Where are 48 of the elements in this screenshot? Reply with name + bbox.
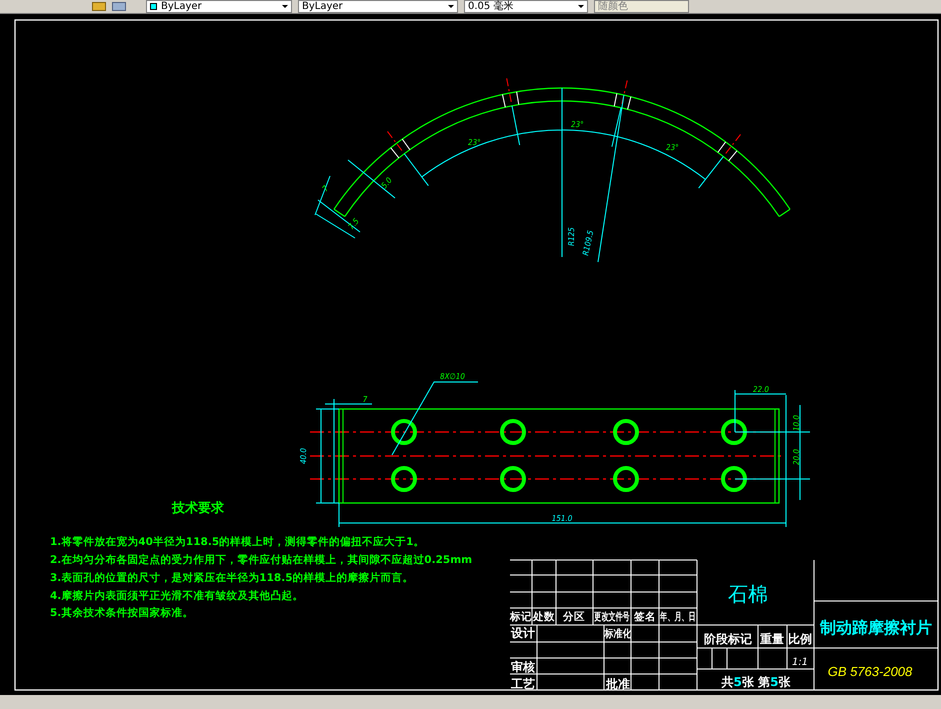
caret-icon bbox=[578, 5, 584, 8]
title-block-label: 分区 bbox=[563, 611, 585, 623]
material-text: 石棉 bbox=[728, 582, 768, 606]
title-block-label: 签名 bbox=[634, 611, 656, 623]
title-block-label: 批准 bbox=[606, 677, 630, 691]
title-block-label: 工艺 bbox=[511, 677, 535, 691]
title-block-label: 审核 bbox=[511, 660, 535, 674]
requirement-text: 3.表面孔的位置的尺寸，是对紧压在半径为118.5的样模上的摩擦片而言。 bbox=[50, 572, 414, 584]
requirement-text: 2.在均匀分布各固定点的受力作用下，零件应付贴在样模上，其间隙不应超过0.25mm bbox=[50, 554, 472, 566]
title-block-label: 年、月、日 bbox=[660, 612, 696, 624]
title-block-label: 重量 bbox=[760, 632, 784, 646]
part-name-text: 制动蹄摩擦衬片 bbox=[820, 618, 932, 637]
requirement-text: 4.摩擦片内表面须平正光滑不准有皱纹及其他凸起。 bbox=[50, 590, 304, 602]
layer-icon[interactable] bbox=[92, 2, 106, 11]
title-block-label: 标记 bbox=[510, 611, 532, 623]
requirement-text: 1.将零件放在宽为40半径为118.5的样模上时，测得零件的偏扭不应大于1。 bbox=[50, 536, 424, 548]
title-block-label: 比例 bbox=[788, 632, 812, 646]
dimension-text: 23° bbox=[571, 120, 584, 129]
dimension-text: 23° bbox=[468, 138, 481, 147]
title-block-label: 更改文件号 bbox=[594, 612, 630, 624]
requirement-text: 5.其余技术条件按国家标准。 bbox=[50, 607, 194, 619]
dimension-text: 151.0 bbox=[552, 514, 572, 523]
title-block-label: 设计 bbox=[511, 626, 535, 640]
dimension-text: 10.0 bbox=[792, 414, 801, 432]
property-dropdown[interactable]: ByLayer bbox=[298, 0, 458, 13]
standard-number-text: GB 5763-2008 bbox=[828, 664, 912, 679]
sheet-count-text: 共5张 第5张 bbox=[722, 675, 790, 689]
scale-text: 1:1 bbox=[792, 657, 808, 668]
dimension-text: 7 bbox=[362, 395, 368, 404]
dimension-text: 22.0 bbox=[752, 385, 770, 394]
caret-icon bbox=[282, 5, 288, 8]
caret-icon bbox=[448, 5, 454, 8]
title-block-label: 处数 bbox=[533, 611, 555, 623]
color-swatch-icon bbox=[150, 3, 157, 10]
dimension-text: 7.5 bbox=[346, 216, 361, 232]
dimension-text: R109.5 bbox=[581, 230, 596, 256]
property-dropdown[interactable]: ByLayer bbox=[146, 0, 292, 13]
property-dropdown[interactable]: 0.05 毫米 bbox=[464, 0, 588, 13]
hole-note-text: 8X∅10 bbox=[440, 372, 465, 381]
dimension-text: 5.0 bbox=[380, 176, 394, 190]
requirements-title: 技术要求 bbox=[172, 501, 224, 516]
dimension-text: 20.0 bbox=[792, 448, 801, 466]
title-block-label: 阶段标记 bbox=[704, 632, 752, 646]
dimension-text: 23° bbox=[666, 143, 679, 152]
dimension-text: R125 bbox=[567, 227, 576, 246]
dimension-text: 40.0 bbox=[299, 448, 308, 464]
layers-icon[interactable] bbox=[112, 2, 126, 11]
dimension-text: 7 bbox=[320, 184, 330, 194]
